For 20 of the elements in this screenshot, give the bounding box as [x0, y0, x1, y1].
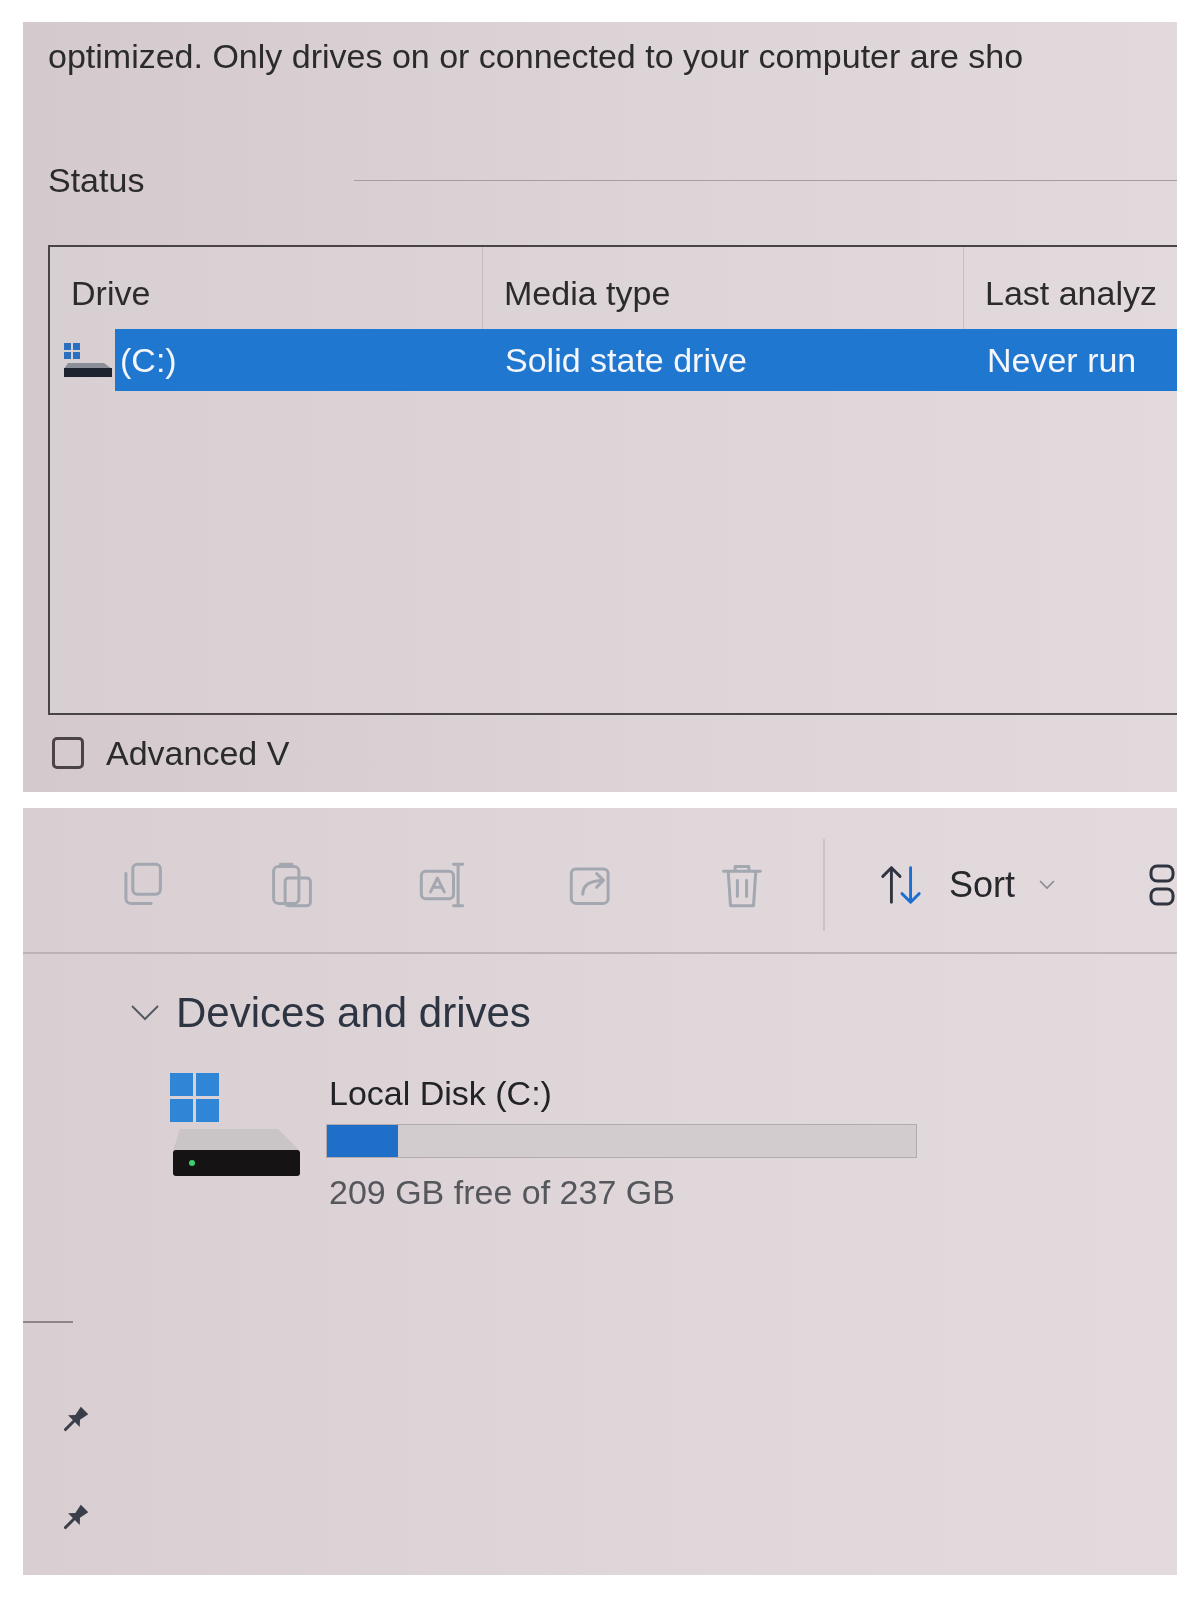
drive-name[interactable]: Local Disk (C:) [329, 1073, 552, 1113]
rename-icon [419, 862, 465, 908]
section-header[interactable]: Devices and drives [130, 989, 531, 1037]
column-header[interactable]: Last analyz [964, 247, 1177, 329]
checkbox[interactable] [52, 737, 84, 769]
table-cell-text: Never run [986, 340, 1138, 381]
sort-button[interactable]: Sort [877, 862, 1056, 908]
view-icon[interactable] [1148, 862, 1177, 908]
drive-icon [170, 1073, 303, 1178]
free-space-text: 209 GB free of 237 GB [329, 1172, 675, 1212]
table-cell-text: Solid state drive [504, 340, 748, 381]
drive-icon [64, 343, 112, 377]
table-row[interactable]: (C:) Solid state drive Never run [115, 329, 1177, 391]
trash-icon [719, 862, 765, 908]
table-cell-text: (C:) [119, 340, 178, 381]
checkbox-label[interactable]: Advanced V [106, 733, 290, 773]
description-text: optimized. Only drives on or connected to your computer are sho [48, 36, 1024, 77]
status-label: Status [48, 160, 145, 200]
chevron-down-icon [1039, 880, 1056, 890]
paste-icon [269, 862, 315, 908]
